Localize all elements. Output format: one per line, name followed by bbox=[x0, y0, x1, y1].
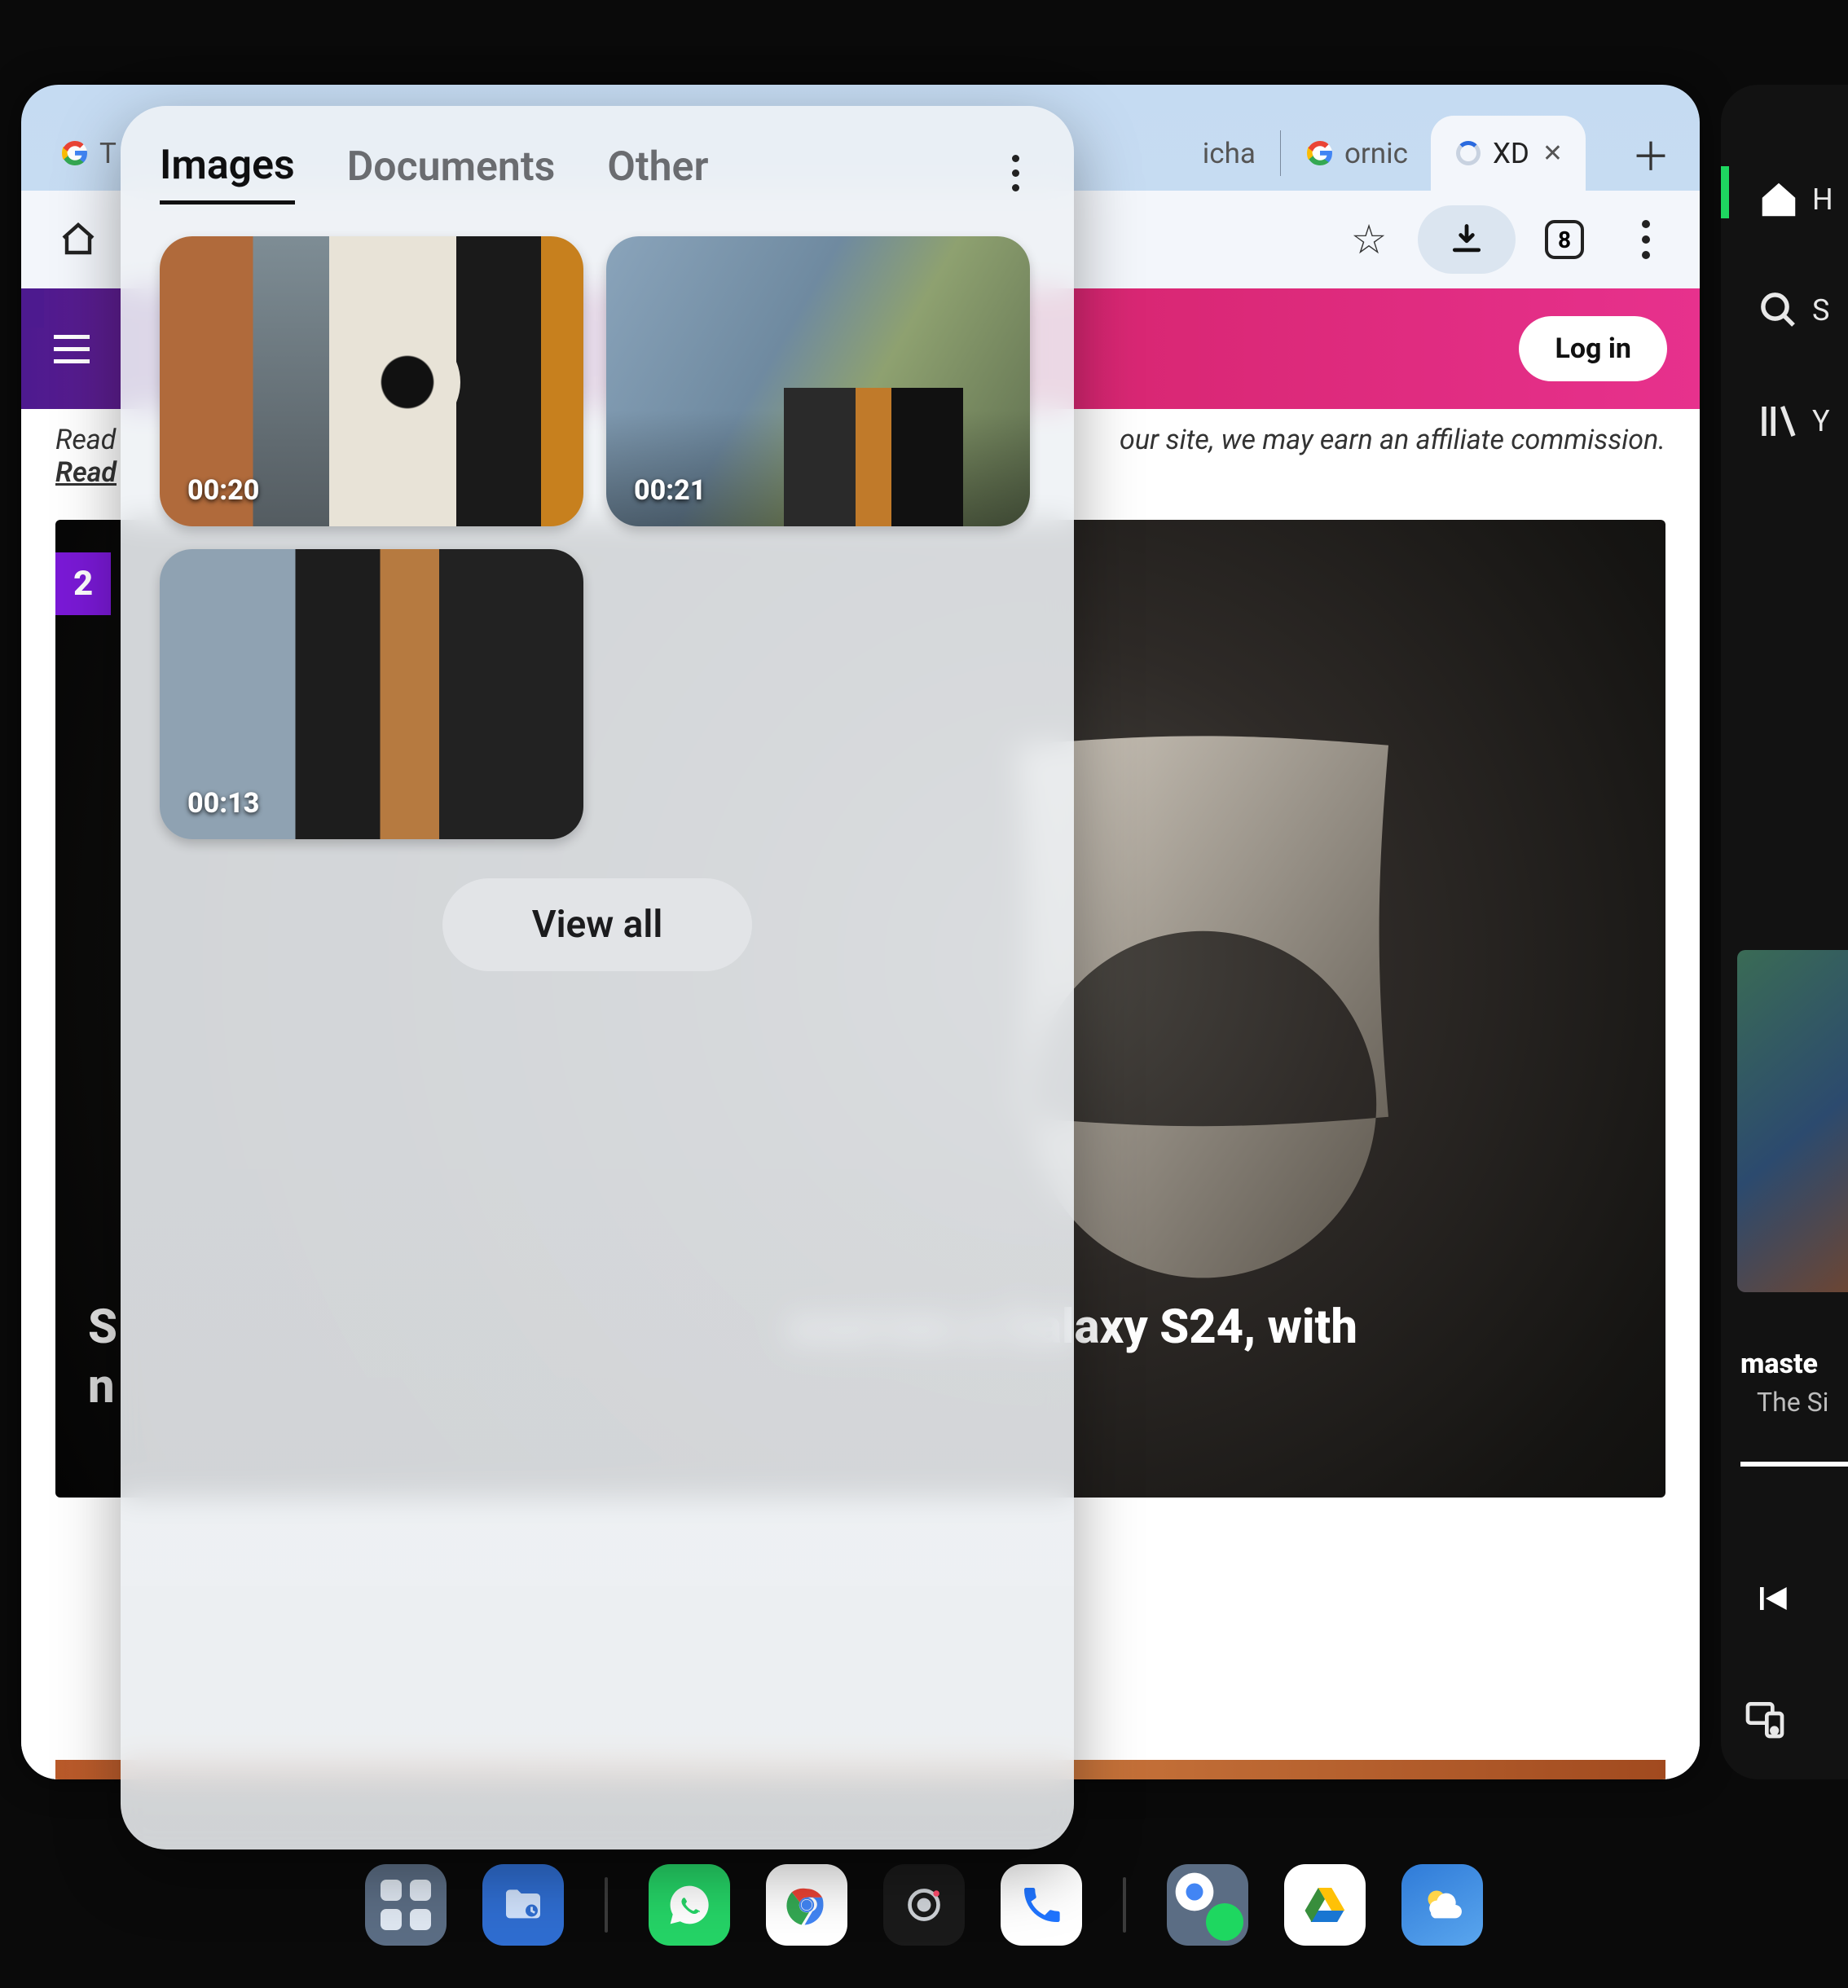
app-phone[interactable] bbox=[1001, 1864, 1082, 1946]
view-all-button[interactable]: View all bbox=[442, 878, 752, 971]
google-favicon-icon bbox=[1305, 139, 1335, 168]
tab-label: ornic bbox=[1344, 137, 1408, 170]
loading-spinner-icon bbox=[1454, 139, 1483, 168]
apps-grid-icon bbox=[381, 1880, 431, 1930]
tab-other[interactable]: Other bbox=[607, 143, 708, 202]
google-favicon-icon bbox=[60, 139, 90, 168]
tab-label: T bbox=[99, 137, 117, 170]
popover-menu-button[interactable] bbox=[996, 155, 1035, 191]
login-button[interactable]: Log in bbox=[1519, 316, 1667, 381]
hamburger-menu-button[interactable] bbox=[54, 335, 90, 363]
track-artist: The Si bbox=[1757, 1387, 1828, 1418]
affiliate-prefix: Read bbox=[55, 424, 116, 456]
app-whatsapp[interactable] bbox=[649, 1864, 730, 1946]
page-accent bbox=[21, 288, 44, 328]
downloads-popover: Images Documents Other 00:20 00:21 00:13… bbox=[121, 106, 1074, 1849]
new-tab-button[interactable]: ＋ bbox=[1618, 121, 1683, 186]
app-files[interactable] bbox=[482, 1864, 564, 1946]
tab-1[interactable]: icha bbox=[1180, 116, 1278, 191]
album-art[interactable] bbox=[1737, 950, 1848, 1292]
app-spotify-group[interactable] bbox=[1167, 1864, 1248, 1946]
tab-active[interactable]: XD ✕ bbox=[1431, 116, 1586, 191]
downloads-button[interactable] bbox=[1418, 205, 1516, 274]
tab-separator bbox=[1280, 130, 1281, 176]
bookmark-button[interactable]: ☆ bbox=[1336, 207, 1401, 272]
weather-icon bbox=[1419, 1882, 1465, 1928]
download-thumb-grid: 00:20 00:21 00:13 bbox=[160, 236, 1035, 839]
track-title: maste bbox=[1740, 1348, 1818, 1380]
library-icon bbox=[1757, 399, 1801, 443]
video-duration: 00:21 bbox=[634, 474, 706, 507]
app-drive[interactable] bbox=[1284, 1864, 1366, 1946]
dock-separator bbox=[1123, 1877, 1126, 1933]
hero-badge: 2 bbox=[55, 552, 111, 615]
camera-icon bbox=[901, 1882, 947, 1928]
devices-icon bbox=[1742, 1696, 1788, 1742]
affiliate-link[interactable]: Read bbox=[55, 456, 117, 489]
video-duration: 00:20 bbox=[187, 474, 259, 507]
nav-search[interactable]: S bbox=[1736, 272, 1833, 349]
popover-tabs: Images Documents Other bbox=[160, 137, 1035, 209]
tab-label: icha bbox=[1203, 137, 1256, 170]
app-drawer-button[interactable] bbox=[365, 1864, 447, 1946]
previous-track-button[interactable] bbox=[1749, 1576, 1794, 1633]
nav-library[interactable]: Y bbox=[1736, 383, 1833, 460]
download-thumb[interactable]: 00:20 bbox=[160, 236, 583, 526]
taskbar bbox=[0, 1864, 1848, 1946]
nav-search-label: S bbox=[1812, 293, 1829, 328]
active-indicator bbox=[1721, 166, 1729, 218]
close-tab-icon[interactable]: ✕ bbox=[1542, 139, 1563, 168]
nav-home-label: H bbox=[1812, 183, 1833, 217]
download-thumb[interactable]: 00:21 bbox=[606, 236, 1030, 526]
dock-separator bbox=[605, 1877, 608, 1933]
chrome-mini-icon bbox=[1172, 1869, 1217, 1915]
drive-icon bbox=[1302, 1882, 1348, 1928]
app-chrome[interactable] bbox=[766, 1864, 847, 1946]
skip-previous-icon bbox=[1749, 1576, 1794, 1621]
tab-count-button[interactable]: 8 bbox=[1532, 207, 1597, 272]
chrome-icon bbox=[784, 1882, 829, 1928]
browser-menu-button[interactable] bbox=[1613, 207, 1679, 272]
progress-bar[interactable] bbox=[1740, 1462, 1848, 1467]
music-side-panel: H S Y maste The Si bbox=[1721, 85, 1848, 1779]
app-weather[interactable] bbox=[1401, 1864, 1483, 1946]
download-icon bbox=[1449, 222, 1485, 257]
folder-icon bbox=[500, 1882, 546, 1928]
affiliate-suffix: our site, we may earn an affiliate commi… bbox=[1120, 424, 1665, 456]
search-icon bbox=[1757, 288, 1801, 332]
home-icon bbox=[1757, 178, 1801, 222]
tab-2[interactable]: ornic bbox=[1283, 116, 1431, 191]
tab-count-badge: 8 bbox=[1545, 220, 1584, 259]
tab-label: XD bbox=[1493, 137, 1529, 170]
tab-documents[interactable]: Documents bbox=[347, 143, 556, 202]
star-icon: ☆ bbox=[1351, 216, 1388, 264]
whatsapp-icon bbox=[667, 1882, 712, 1928]
download-thumb[interactable]: 00:13 bbox=[160, 549, 583, 839]
cast-button[interactable] bbox=[1742, 1696, 1788, 1745]
phone-icon bbox=[1019, 1882, 1064, 1928]
nav-library-label: Y bbox=[1812, 404, 1830, 438]
video-duration: 00:13 bbox=[187, 787, 259, 820]
tab-images[interactable]: Images bbox=[160, 142, 295, 205]
home-button[interactable] bbox=[42, 204, 114, 275]
nav-home[interactable]: H bbox=[1736, 161, 1833, 238]
kebab-icon bbox=[1642, 220, 1650, 259]
app-camera[interactable] bbox=[883, 1864, 965, 1946]
